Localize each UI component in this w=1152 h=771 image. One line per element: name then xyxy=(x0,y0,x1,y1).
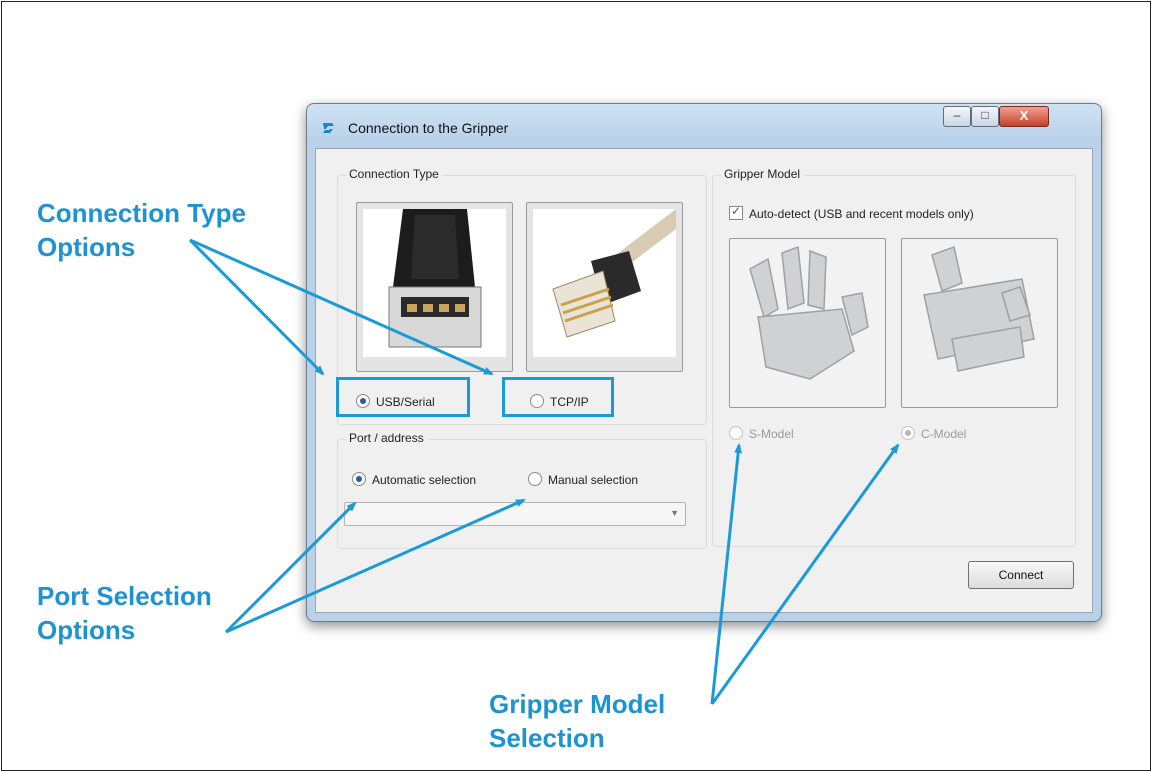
arrow-to-automatic xyxy=(224,501,357,634)
arrow-to-s-model xyxy=(710,443,743,705)
callout-line: Options xyxy=(37,232,136,262)
arrow-to-c-model xyxy=(710,443,900,705)
callout-line: Connection Type xyxy=(37,198,246,228)
callout-connection-type: Connection Type Options xyxy=(37,196,246,264)
callout-line: Selection xyxy=(489,723,605,753)
callout-line: Port Selection xyxy=(37,581,212,611)
callout-line: Gripper Model xyxy=(489,689,666,719)
callout-gripper-model: Gripper Model Selection xyxy=(489,687,665,755)
callout-arrows xyxy=(188,238,900,705)
callout-port-selection: Port Selection Options xyxy=(37,579,212,647)
arrow-to-manual xyxy=(225,498,526,634)
callout-line: Options xyxy=(37,615,136,645)
